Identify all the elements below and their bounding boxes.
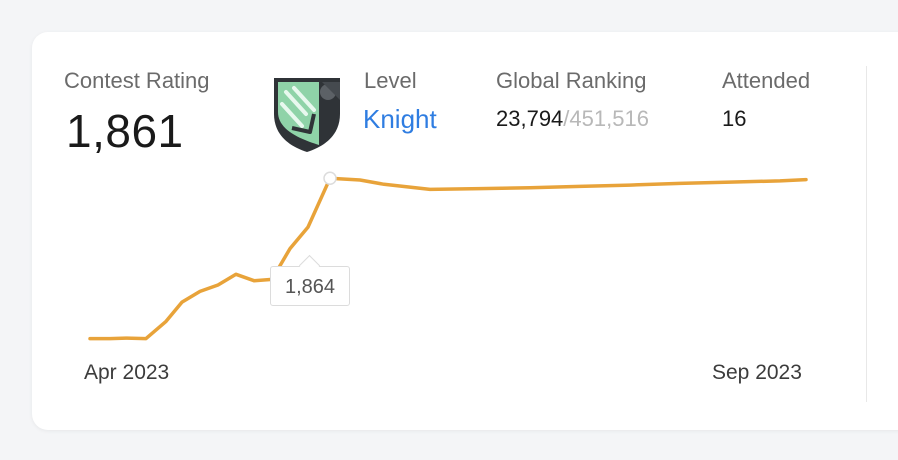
x-axis-label-start: Apr 2023 [84, 361, 170, 384]
x-axis-label-end: Sep 2023 [712, 361, 802, 384]
chart-hover-point[interactable] [323, 171, 337, 186]
chart-tooltip: 1,864 [270, 266, 350, 306]
rating-line-series [88, 176, 808, 341]
rating-line-chart [88, 171, 808, 341]
